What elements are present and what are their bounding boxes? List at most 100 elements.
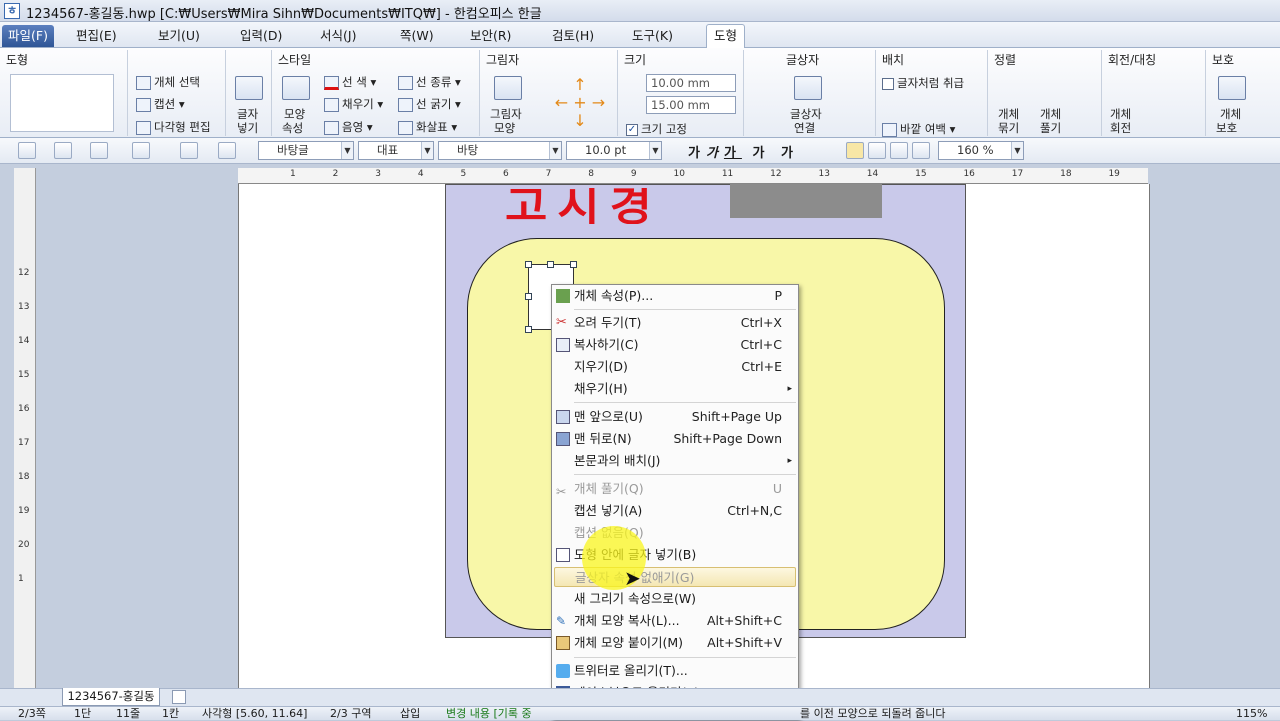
line-color-button[interactable]: 선 색 ▾ [324,74,376,90]
align-left-icon[interactable] [868,142,886,159]
menu-item-new-draw-props[interactable]: 새 그리기 속성으로(W) [554,589,796,609]
menu-item-delete[interactable]: 지우기(D) Ctrl+E [554,357,796,377]
vtick: 14 [18,336,30,346]
fix-size-checkbox[interactable]: ✓ 크기 고정 [626,121,687,137]
send-back-icon [556,432,570,446]
shadow-direction-arrows-icon[interactable]: ↑ ← + → ↓ [550,76,610,132]
lang-select[interactable]: 대표 ▼ [358,141,434,160]
arrow-button[interactable]: 화살표 ▾ [398,119,457,135]
menu-item-twitter[interactable]: 트위터로 올리기(T)... [554,661,796,681]
caption-button[interactable]: 캡션 ▾ [136,96,185,112]
tab-shape[interactable]: 도형 [706,24,746,48]
shadow-label2: 모양 [494,121,516,135]
group-text-insert[interactable]: 글자 넣기 [226,50,272,136]
zoom-level[interactable]: 115% [1236,707,1267,721]
line-color-label: 선 색 [342,75,367,89]
shape-props-icon[interactable] [282,76,310,100]
status-mode[interactable]: 삽입 [400,707,420,721]
menu-item-send-back[interactable]: 맨 뒤로(N) Shift+Page Down [554,429,796,449]
line-width-button[interactable]: 선 굵기 ▾ [398,96,461,112]
line-spacing-input[interactable]: 160 % ▼ [938,141,1024,160]
font-size-input[interactable]: 10.0 pt ▼ [566,141,662,160]
menu-item-copy-shape-style[interactable]: ✎ 개체 모양 복사(L)... Alt+Shift+C [554,611,796,631]
undo-icon[interactable] [180,142,198,159]
fill-button[interactable]: 채우기 ▾ [324,96,383,112]
strike-button[interactable]: 가 [752,146,770,161]
resize-handle[interactable] [525,293,532,300]
group-title-rotate: 회전/대칭 [1108,53,1157,67]
polygon-edit-button[interactable]: 다각형 편집 [136,119,211,135]
vertical-ruler[interactable]: 12 13 14 15 16 17 18 19 20 1 [14,168,36,688]
menu-edit[interactable]: 편집(E) [72,25,121,47]
resize-handle[interactable] [525,326,532,333]
menu-view[interactable]: 보기(U) [154,25,204,47]
align-right-icon[interactable] [912,142,930,159]
align-justify-icon[interactable] [846,142,864,159]
font-color-button[interactable]: 가 [781,146,799,161]
print-icon[interactable] [132,142,150,159]
bold-button[interactable]: 가 [688,146,706,161]
red-wordart-text[interactable]: 고시경 [505,188,662,224]
menu-file[interactable]: 파일(F) [2,25,54,47]
resize-handle[interactable] [547,261,554,268]
height-input[interactable]: 15.00 mm [646,96,736,114]
shape-gallery[interactable] [10,74,114,132]
menu-item-object-props[interactable]: 개체 속성(P)... P [554,286,796,306]
select-object-button[interactable]: 개체 선택 [136,74,200,90]
status-page: 2/3쪽 [18,707,46,720]
text-style-buttons[interactable]: 가가가 가 가 [688,142,799,161]
menu-item-copy[interactable]: 복사하기(C) Ctrl+C [554,335,796,355]
textbox-link-icon[interactable] [794,76,822,100]
horizontal-ruler[interactable]: 1 2 3 4 5 6 7 8 9 10 11 12 13 14 15 16 1… [238,168,1148,184]
shade-button[interactable]: 음영 ▾ [324,119,373,135]
menu-label: 맨 앞으로(U) [574,409,643,424]
document-tab[interactable]: 1234567-홍길동 [62,688,160,706]
menu-review[interactable]: 검토(H) [548,25,598,47]
save-icon[interactable] [90,142,108,159]
new-tab-icon[interactable] [172,690,186,704]
menu-shortcut: Shift+Page Up [691,409,782,424]
status-shape: 사각형 [5.60, 11.64] [202,707,308,720]
underline-button[interactable]: 가 [724,146,742,161]
as-char-checkbox[interactable]: 글자처럼 취급 [882,75,964,91]
menu-item-cut[interactable]: ✂ 오려 두기(T) Ctrl+X [554,313,796,333]
menu-shortcut: Shift+Page Down [673,431,782,446]
menu-item-paste-shape-style[interactable]: 개체 모양 붙이기(M) Alt+Shift+V [554,633,796,653]
menu-bar: 파일(F) 편집(E) 보기(U) 입력(D) 서식(J) 쪽(W) 보안(R)… [0,22,1280,48]
outer-margin-button[interactable]: 바깥 여백 ▾ [882,121,955,137]
redo-icon[interactable] [218,142,236,159]
align-center-icon[interactable] [890,142,908,159]
bring-front-icon [556,410,570,424]
width-input[interactable]: 10.00 mm [646,74,736,92]
vtick: 13 [18,302,30,312]
menu-tools[interactable]: 도구(K) [628,25,677,47]
text-in-shape-icon [556,548,570,562]
submenu-arrow-icon: ▸ [787,384,792,394]
menu-page[interactable]: 쪽(W) [396,25,438,47]
style-select[interactable]: 바탕글 ▼ [258,141,354,160]
menu-item-insert-caption[interactable]: 캡션 넣기(A) Ctrl+N,C [554,501,796,521]
menu-security[interactable]: 보안(R) [466,25,515,47]
vtick: 16 [18,404,30,414]
lock-icon[interactable] [1218,76,1246,100]
menu-shortcut: U [772,481,782,496]
resize-handle[interactable] [570,261,577,268]
shadow-icon[interactable] [494,76,522,100]
protect-label2: 보호 [1216,121,1238,135]
fix-size-label: 크기 고정 [641,122,687,136]
open-folder-icon[interactable] [54,142,72,159]
gray-rectangle-shape[interactable] [730,184,882,218]
status-line: 11줄 [116,707,141,720]
resize-handle[interactable] [525,261,532,268]
vtick: 1 [18,574,24,584]
font-select[interactable]: 바탕 ▼ [438,141,562,160]
menu-item-fill[interactable]: 채우기(H) ▸ [554,379,796,399]
menu-item-wrap[interactable]: 본문과의 배치(J) ▸ [554,451,796,471]
menu-insert[interactable]: 입력(D) [236,25,286,47]
italic-button[interactable]: 가 [706,146,724,161]
new-doc-icon[interactable] [18,142,36,159]
line-type-button[interactable]: 선 종류 ▾ [398,74,461,90]
menu-item-bring-front[interactable]: 맨 앞으로(U) Shift+Page Up [554,407,796,427]
menu-format[interactable]: 서식(J) [316,25,360,47]
submenu-arrow-icon: ▸ [787,456,792,466]
